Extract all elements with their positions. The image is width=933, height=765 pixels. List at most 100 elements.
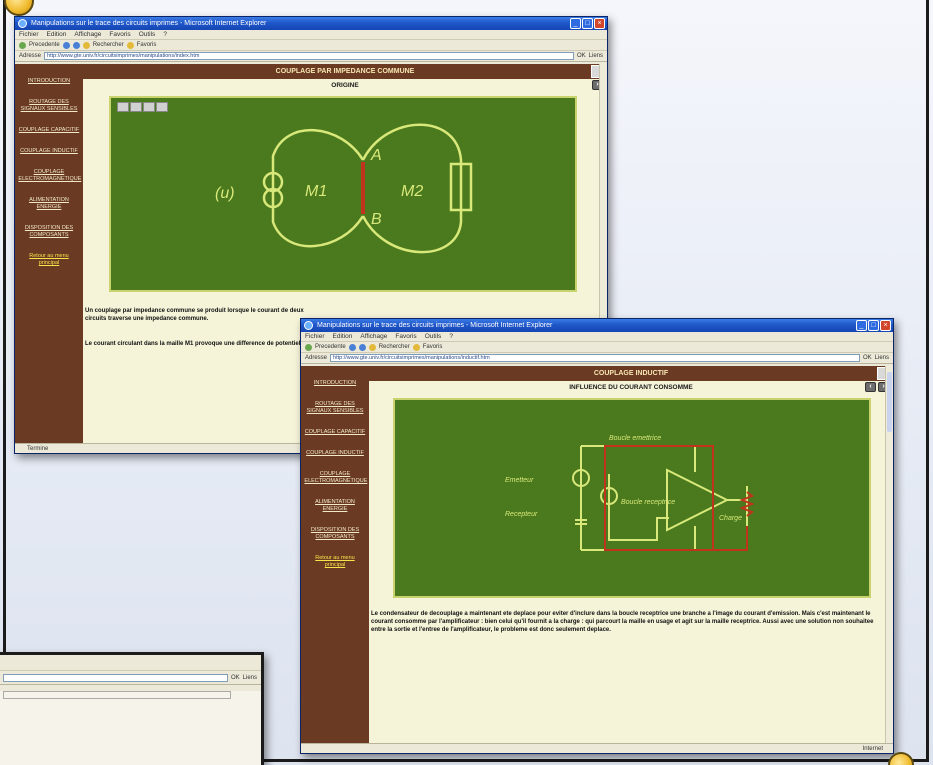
section-subtitle: INFLUENCE DU COURANT CONSOMME ‹ › [369, 381, 893, 394]
sidebar-item-inductif[interactable]: COUPLAGE INDUCTIF [304, 450, 365, 457]
window-titlebar[interactable]: Manipulations sur le trace des circuits … [301, 319, 893, 332]
content-bar [3, 691, 231, 699]
page-title: COUPLAGE PAR IMPEDANCE COMMUNE [83, 64, 607, 79]
security-zone: Internet [862, 746, 883, 752]
sidebar-item-inductif[interactable]: COUPLAGE INDUCTIF [18, 148, 79, 155]
window-titlebar[interactable]: Manipulations sur le trace des circuits … [15, 17, 607, 30]
sidebar-item-back-menu[interactable]: Retour au menu principal [304, 555, 365, 569]
load-return [713, 526, 748, 551]
address-input[interactable] [3, 673, 228, 682]
sidebar-item-alimentation[interactable]: ALIMENTATION ENERGIE [18, 197, 79, 211]
favorites-label[interactable]: Favoris [137, 42, 157, 48]
menu-help[interactable]: ? [163, 30, 167, 39]
print-tool-icon[interactable] [117, 102, 129, 112]
menu-view[interactable]: Affichage [74, 30, 101, 39]
menu-favorites[interactable]: Favoris [395, 332, 416, 341]
inductive-diagram: Boucle emettrice Emetteur Recepteur Bouc… [505, 435, 755, 551]
address-bar: OK Liens [0, 671, 261, 685]
sidebar-item-capacitif[interactable]: COUPLAGE CAPACITIF [304, 429, 365, 436]
zoom-tool-icon[interactable] [130, 102, 142, 112]
go-button[interactable]: OK [577, 53, 586, 59]
sidebar-item-disposition[interactable]: DISPOSITION DES COMPOSANTS [304, 527, 365, 541]
back-icon[interactable] [305, 343, 312, 351]
label-source: (u) [215, 185, 235, 202]
menu-edit[interactable]: Edition [333, 332, 353, 341]
stop-icon[interactable] [72, 41, 80, 49]
menu-file[interactable]: Fichier [19, 30, 39, 39]
back-label[interactable]: Precedente [29, 42, 60, 48]
links-button[interactable]: Liens [589, 53, 603, 59]
impedance-diagram: (u) M1 M2 A B [215, 123, 473, 254]
go-button[interactable]: OK [863, 355, 872, 361]
maximize-button[interactable]: □ [868, 320, 879, 331]
search-icon[interactable] [82, 41, 90, 49]
menu-tools[interactable]: Outils [139, 30, 156, 39]
scrollbar-thumb[interactable] [887, 372, 892, 432]
label-m1: M1 [305, 183, 327, 200]
sidebar-item-alimentation[interactable]: ALIMENTATION ENERGIE [304, 499, 365, 513]
menu-edit[interactable]: Edition [47, 30, 67, 39]
minimize-button[interactable]: _ [570, 18, 581, 29]
sidebar-nav: INTRODUCTION ROUTAGE DES SIGNAUX SENSIBL… [15, 64, 83, 443]
address-bar: Adresse http://www.gte.univ.fr/circuitsi… [301, 353, 893, 364]
address-label: Adresse [305, 355, 328, 361]
ie-logo-icon [304, 321, 313, 330]
address-input[interactable]: http://www.gte.univ.fr/circuitsimprimes/… [44, 52, 574, 60]
menu-bar: Fichier Edition Affichage Favoris Outils… [15, 30, 607, 40]
sidebar-item-back-menu[interactable]: Retour au menu principal [18, 253, 79, 267]
help-tool-icon[interactable] [156, 102, 168, 112]
close-button[interactable]: × [594, 18, 605, 29]
address-label: Adresse [19, 53, 42, 59]
label-b: B [371, 211, 382, 228]
sidebar-item-introduction[interactable]: INTRODUCTION [304, 380, 365, 387]
links-button[interactable]: Liens [243, 675, 257, 681]
favorites-icon[interactable] [126, 41, 134, 49]
forward-icon[interactable] [62, 41, 70, 49]
ie-logo-icon [18, 19, 27, 28]
go-button[interactable]: OK [231, 675, 240, 681]
amplifier [666, 468, 730, 532]
browser-toolbar: Precedente Rechercher Favoris [15, 40, 607, 51]
forward-icon[interactable] [348, 343, 356, 351]
search-label[interactable]: Rechercher [379, 344, 410, 350]
label-a: A [370, 147, 382, 164]
back-label[interactable]: Precedente [315, 344, 346, 350]
page-title: COUPLAGE INDUCTIF [369, 366, 893, 381]
favorites-label[interactable]: Favoris [423, 344, 443, 350]
address-input[interactable]: http://www.gte.univ.fr/circuitsimprimes/… [330, 354, 860, 362]
links-button[interactable]: Liens [875, 355, 889, 361]
back-icon[interactable] [19, 41, 26, 49]
close-button[interactable]: × [880, 320, 891, 331]
explanation-text-1: Un couplage par impedance commune se pro… [85, 308, 304, 322]
receiver-loop [608, 474, 669, 541]
section-subtitle-text: ORIGINE [331, 82, 359, 89]
menu-view[interactable]: Affichage [360, 332, 387, 341]
circuit-schema: Boucle emettrice Emetteur Recepteur Bouc… [393, 398, 871, 598]
search-label[interactable]: Rechercher [93, 42, 124, 48]
menu-favorites[interactable]: Favoris [109, 30, 130, 39]
stop-icon[interactable] [358, 343, 366, 351]
explanation-text: Le condensateur de decouplage a maintena… [371, 611, 874, 633]
sidebar-item-introduction[interactable]: INTRODUCTION [18, 78, 79, 85]
vertical-scrollbar[interactable] [885, 366, 893, 743]
minimize-button[interactable]: _ [856, 320, 867, 331]
maximize-button[interactable]: □ [582, 18, 593, 29]
sidebar-item-routage[interactable]: ROUTAGE DES SIGNAUX SENSIBLES [304, 401, 365, 415]
search-icon[interactable] [368, 343, 376, 351]
window-title: Manipulations sur le trace des circuits … [31, 20, 267, 27]
menu-help[interactable]: ? [449, 332, 453, 341]
sidebar-item-disposition[interactable]: DISPOSITION DES COMPOSANTS [18, 225, 79, 239]
sidebar-nav: INTRODUCTION ROUTAGE DES SIGNAUX SENSIBL… [301, 366, 369, 743]
menu-file[interactable]: Fichier [305, 332, 325, 341]
address-bar: Adresse http://www.gte.univ.fr/circuitsi… [15, 51, 607, 62]
sidebar-item-routage[interactable]: ROUTAGE DES SIGNAUX SENSIBLES [18, 99, 79, 113]
sidebar-item-electromagnetique[interactable]: COUPLAGE ELECTROMAGNETIQUE [304, 471, 367, 485]
save-tool-icon[interactable] [143, 102, 155, 112]
sidebar-item-electromagnetique[interactable]: COUPLAGE ELECTROMAGNETIQUE [18, 169, 81, 183]
highlight-supply-path [604, 445, 714, 551]
favorites-icon[interactable] [412, 343, 420, 351]
menu-tools[interactable]: Outils [425, 332, 442, 341]
sidebar-item-capacitif[interactable]: COUPLAGE CAPACITIF [18, 127, 79, 134]
previous-page-button[interactable]: ‹ [865, 382, 876, 392]
browser-window-inductif: Manipulations sur le trace des circuits … [300, 318, 894, 754]
